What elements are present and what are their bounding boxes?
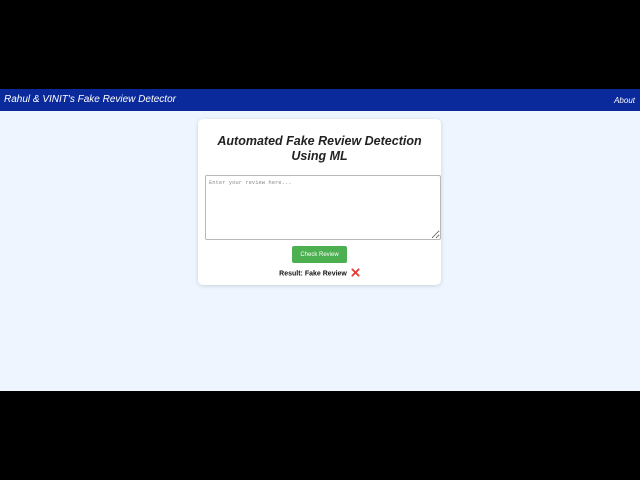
check-review-button[interactable]: Check Review bbox=[292, 246, 347, 263]
result-line: Result: Fake Review bbox=[198, 268, 441, 278]
app-window: Rahul & VINIT's Fake Review Detector Abo… bbox=[0, 89, 640, 391]
navbar: Rahul & VINIT's Fake Review Detector Abo… bbox=[0, 89, 640, 111]
detector-card: Automated Fake Review Detection Using ML… bbox=[198, 119, 441, 285]
about-link[interactable]: About bbox=[614, 96, 635, 105]
card-title: Automated Fake Review Detection Using ML bbox=[198, 134, 441, 164]
brand-title: Rahul & VINIT's Fake Review Detector bbox=[4, 94, 176, 105]
x-icon bbox=[351, 268, 360, 277]
review-input[interactable] bbox=[205, 175, 441, 240]
result-label: Result: bbox=[279, 270, 303, 278]
card-title-line2: Using ML bbox=[291, 149, 348, 163]
card-title-line1: Automated Fake Review Detection bbox=[217, 134, 422, 148]
result-value: Fake Review bbox=[304, 270, 347, 278]
